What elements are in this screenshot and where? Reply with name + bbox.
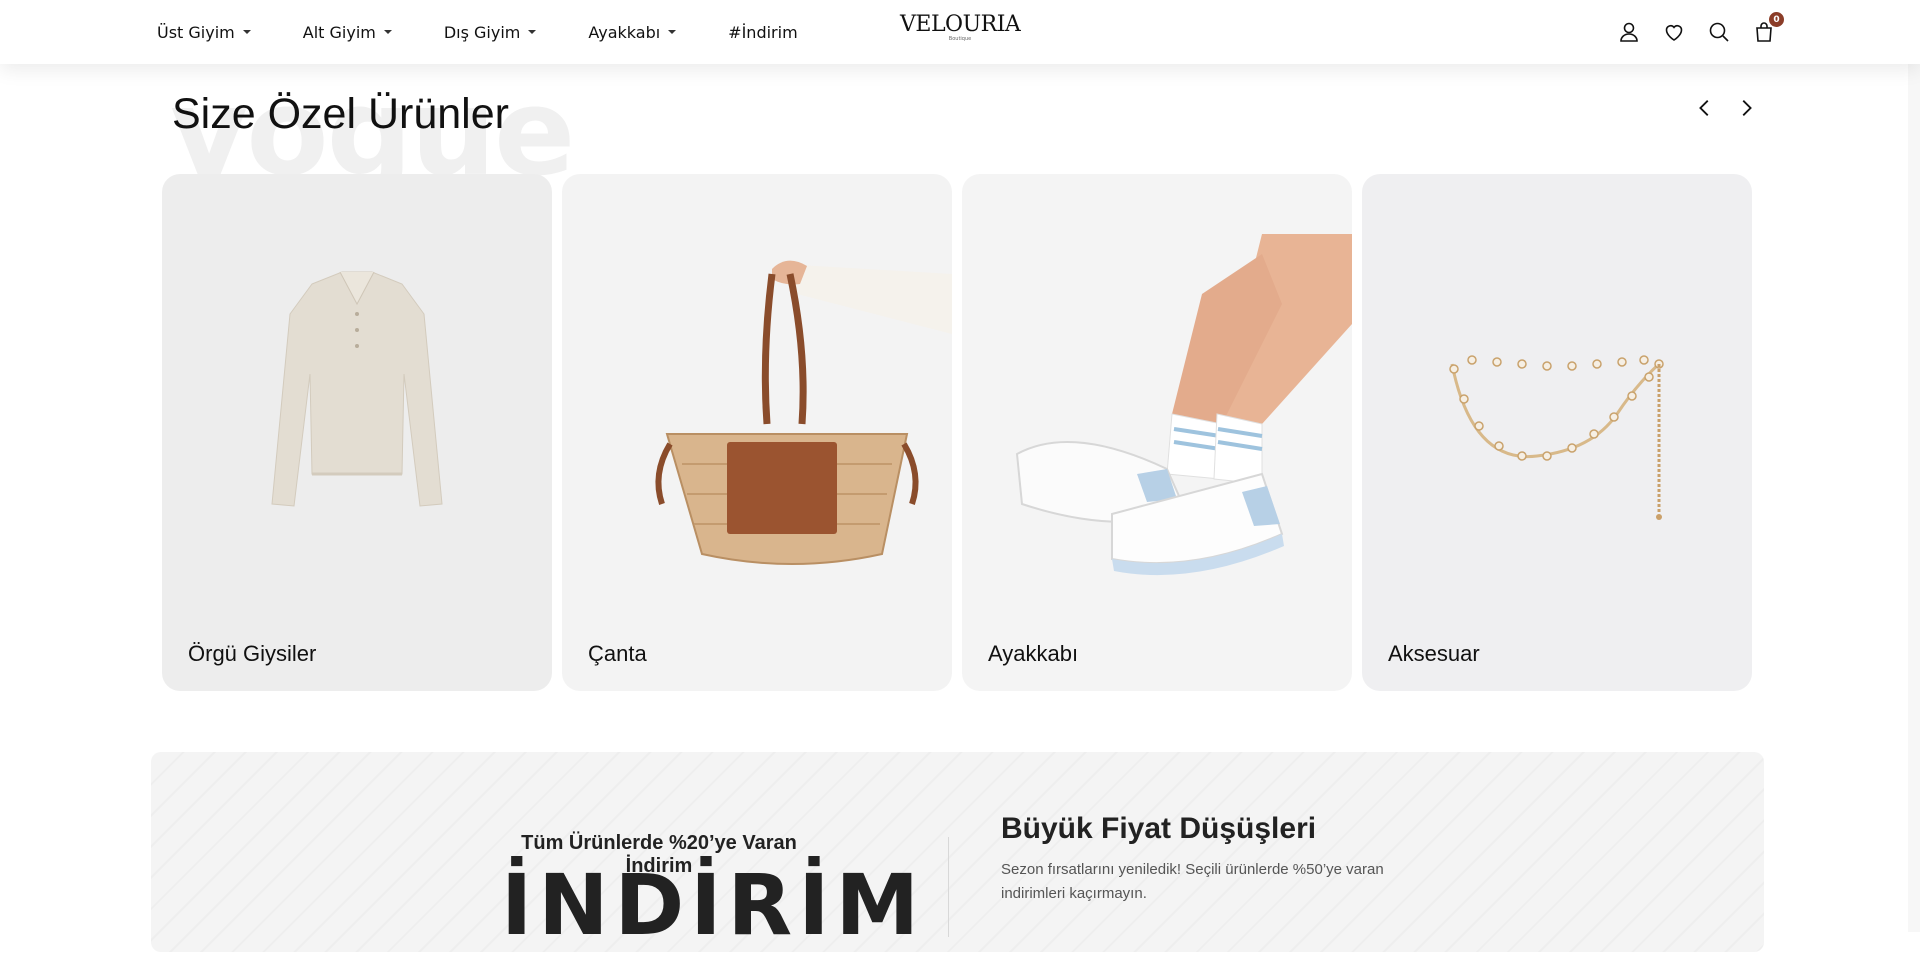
promo-title: Büyük Fiyat Düşüşleri [1001, 812, 1317, 845]
nav-item-label: Alt Giyim [302, 22, 376, 42]
section-header: vogue Size Özel Ürünler [0, 64, 1920, 194]
nav-item-ust-giyim[interactable]: Üst Giyim [157, 23, 251, 42]
caret-down-icon [668, 30, 677, 34]
nav-item-label: Üst Giyim [157, 22, 235, 42]
chevron-right-icon[interactable] [1730, 92, 1762, 124]
caret-down-icon [383, 30, 392, 34]
page-scrollbar[interactable] [1908, 0, 1920, 932]
header-icons: 0 [1600, 12, 1784, 48]
promo-divider [948, 837, 949, 937]
category-label: Örgü Giysiler [188, 641, 317, 666]
nav-item-dis-giyim[interactable]: Dış Giyim [444, 23, 537, 42]
nav-item-label: #İndirim [728, 22, 798, 42]
nav-item-ayakkabi[interactable]: Ayakkabı [588, 22, 677, 42]
nav-item-label: Ayakkabı [588, 22, 661, 42]
category-carousel: Örgü Giysiler Çanta Ayakkabı Aksesuar [162, 174, 1762, 691]
category-label: Ayakkabı [988, 641, 1079, 666]
promo-text: Sezon fırsatlarını yeniledik! Seçili ürü… [1001, 861, 1384, 902]
chevron-left-icon[interactable] [1689, 92, 1721, 124]
nav-item-label: Dış Giyim [443, 22, 521, 42]
category-card-knitwear[interactable]: Örgü Giysiler [162, 174, 552, 691]
caret-down-icon [242, 30, 251, 34]
carousel-arrows [1680, 92, 1762, 124]
site-header: Üst Giyim Alt Giyim Dış Giyim Ayakkabı #… [0, 0, 1920, 64]
category-card-accessories[interactable]: Aksesuar [1362, 174, 1752, 691]
user-icon[interactable] [1613, 16, 1645, 48]
main-nav: Üst Giyim Alt Giyim Dış Giyim Ayakkabı #… [157, 0, 850, 64]
category-card-shoes[interactable]: Ayakkabı [962, 174, 1352, 691]
category-label: Aksesuar [1388, 641, 1480, 666]
nav-item-alt-giyim[interactable]: Alt Giyim [303, 23, 392, 42]
cart-icon[interactable]: 0 [1748, 12, 1784, 48]
chain-belt-image [1449, 355, 1664, 520]
knit-sweater-image [271, 271, 443, 507]
promo-banner: Tüm Ürünlerde %20’ye Varan İndirim İNDİR… [151, 752, 1764, 952]
logo-name: VELOURIA [900, 12, 1021, 37]
promo-big-text: İNDİRİM [501, 856, 926, 954]
caret-down-icon [528, 30, 537, 34]
category-card-bag[interactable]: Çanta [562, 174, 952, 691]
search-icon[interactable] [1703, 16, 1735, 48]
heart-icon[interactable] [1658, 16, 1690, 48]
category-label: Çanta [588, 641, 647, 666]
nav-item-indirim[interactable]: #İndirim [728, 23, 797, 42]
handbag-image [655, 260, 952, 565]
section-title: Size Özel Ürünler [172, 90, 509, 138]
cart-count-badge: 0 [1769, 12, 1784, 27]
sneakers-image [1015, 234, 1352, 576]
site-logo[interactable]: VELOURIA Boutique [900, 12, 1021, 43]
